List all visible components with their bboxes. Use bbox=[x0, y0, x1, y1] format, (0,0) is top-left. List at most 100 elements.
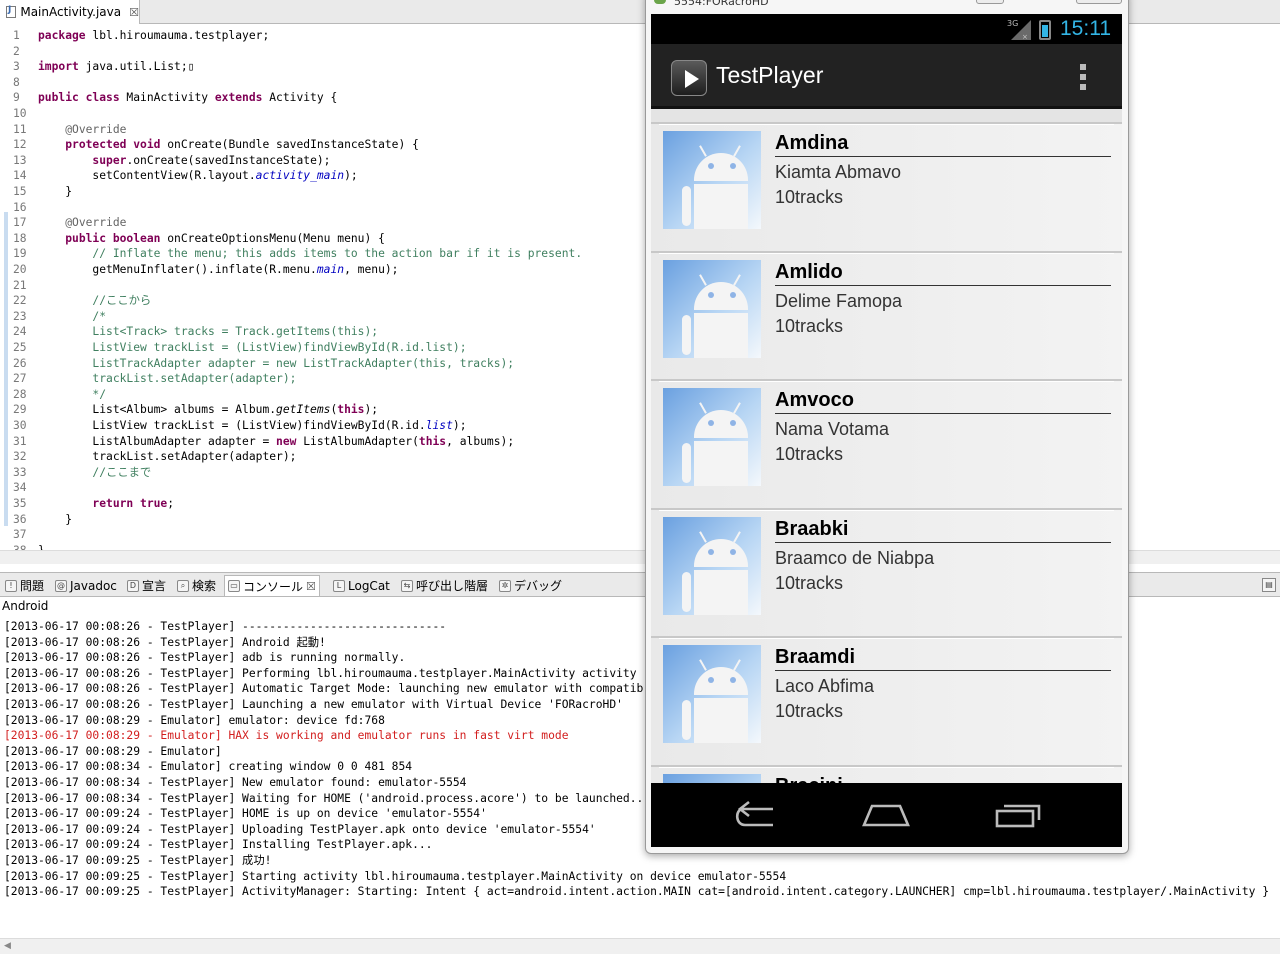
console-line: [2013-06-17 00:08:26 - TestPlayer] -----… bbox=[4, 620, 447, 633]
console-line: [2013-06-17 00:09:24 - TestPlayer] Uploa… bbox=[4, 822, 596, 836]
code-text: */ bbox=[92, 387, 107, 401]
album-list[interactable]: Amdina Kiamta Abmavo 10tracks Amlido Delime … bbox=[651, 109, 1122, 783]
scroll-left-icon[interactable]: ◀ bbox=[4, 941, 11, 951]
code-text: @Override bbox=[65, 216, 127, 230]
javadoc-icon: @ bbox=[55, 579, 67, 592]
line-number: 23 bbox=[13, 309, 27, 323]
album-art-icon bbox=[663, 516, 761, 615]
tab-label: Javadoc bbox=[70, 578, 117, 593]
tab-debug[interactable]: ✲ デバッグ bbox=[496, 575, 565, 596]
line-number: 29 bbox=[13, 403, 27, 417]
android-emulator-icon bbox=[654, 0, 666, 4]
tab-declaration[interactable]: D 宣言 bbox=[124, 575, 169, 596]
tab-search[interactable]: ⌕ 検索 bbox=[174, 575, 219, 596]
signal-icon: × bbox=[1011, 20, 1031, 40]
tab-javadoc[interactable]: @ Javadoc bbox=[52, 575, 120, 596]
line-number: 9 bbox=[13, 91, 20, 105]
album-art-icon bbox=[663, 645, 761, 744]
code-text: import java.util.List;▯ bbox=[38, 60, 195, 74]
tab-label: 検索 bbox=[192, 579, 217, 593]
line-number: 22 bbox=[13, 294, 27, 308]
code-text: } bbox=[38, 185, 73, 198]
code-text: protected void onCreate(Bundle savedInst… bbox=[65, 138, 419, 152]
tab-console[interactable]: ▭ コンソール ☒ bbox=[224, 575, 320, 596]
album-art-icon bbox=[663, 388, 761, 487]
list-item[interactable]: Braamdi Laco Abfima 10tracks bbox=[651, 636, 1122, 765]
line-number: 15 bbox=[13, 185, 27, 198]
status-bar: 3G × 15:11 bbox=[651, 14, 1122, 44]
list-item[interactable]: Bracini bbox=[651, 765, 1122, 783]
album-artist: Delime Famopa bbox=[775, 290, 903, 311]
tab-label: 問題 bbox=[20, 579, 45, 593]
code-text: getMenuInflater().inflate(R.menu.main, m… bbox=[38, 263, 399, 276]
line-number: 18 bbox=[13, 231, 27, 245]
android-screen: 3G × 15:11 TestPlayer Amdina Kiamta Abmav… bbox=[651, 14, 1122, 847]
line-number: 33 bbox=[13, 465, 27, 479]
navigation-bar bbox=[651, 783, 1122, 847]
close-tab-icon[interactable]: ☒ bbox=[306, 580, 316, 593]
line-number: 3 bbox=[13, 60, 20, 74]
code-text: super.onCreate(savedInstanceState); bbox=[92, 153, 331, 167]
app-icon[interactable] bbox=[671, 60, 707, 96]
console-line: [2013-06-17 00:08:26 - TestPlayer] Launc… bbox=[4, 698, 623, 711]
declaration-icon: D bbox=[127, 579, 139, 592]
album-artist: Braamco de Niabpa bbox=[775, 547, 935, 568]
code-text: trackList.setAdapter(adapter); bbox=[92, 372, 297, 386]
line-number: 17 bbox=[13, 216, 27, 230]
code-text: // Inflate the menu; this adds items to … bbox=[92, 247, 583, 261]
line-number: 36 bbox=[13, 512, 27, 526]
android-robot-icon bbox=[682, 531, 754, 615]
search-icon: ⌕ bbox=[177, 579, 189, 592]
tab-label: デバッグ bbox=[514, 579, 563, 593]
list-item[interactable]: Amdina Kiamta Abmavo 10tracks bbox=[651, 122, 1122, 251]
recent-apps-button[interactable] bbox=[991, 797, 1045, 833]
line-number: 1 bbox=[13, 29, 20, 42]
tab-logcat[interactable]: L LogCat bbox=[330, 575, 393, 596]
console-line: [2013-06-17 00:08:26 - TestPlayer] Autom… bbox=[4, 682, 644, 696]
battery-charging-icon bbox=[1039, 20, 1051, 40]
album-title: Amdina bbox=[775, 132, 1111, 157]
minimize-button[interactable] bbox=[976, 0, 1004, 4]
console-line: [2013-06-17 00:08:34 - TestPlayer] New e… bbox=[4, 776, 467, 789]
line-number: 28 bbox=[13, 387, 27, 401]
android-robot-icon bbox=[682, 402, 754, 487]
change-ruler bbox=[0, 212, 10, 552]
list-item[interactable]: Amvoco Nama Votama 10tracks bbox=[651, 379, 1122, 508]
code-text: ListView trackList = (ListView)findViewB… bbox=[38, 419, 467, 432]
console-line: [2013-06-17 00:08:29 - Emulator] emulato… bbox=[4, 713, 385, 727]
list-item[interactable]: Braabki Braamco de Niabpa 10tracks bbox=[651, 507, 1122, 637]
line-number: 21 bbox=[13, 278, 27, 292]
code-text: /* bbox=[92, 309, 107, 323]
console-horizontal-scrollbar[interactable]: ◀ bbox=[0, 938, 1280, 954]
code-text: //ここから bbox=[92, 294, 152, 308]
overflow-menu-icon[interactable] bbox=[1080, 64, 1088, 92]
line-number: 32 bbox=[13, 450, 27, 464]
logcat-icon: L bbox=[333, 579, 345, 592]
close-window-button[interactable] bbox=[1076, 0, 1122, 4]
back-button[interactable] bbox=[729, 797, 783, 833]
console-line: [2013-06-17 00:09:25 - TestPlayer] 成功! bbox=[4, 854, 272, 867]
console-line: [2013-06-17 00:09:25 - TestPlayer] Start… bbox=[4, 869, 787, 883]
line-number: 34 bbox=[13, 481, 27, 495]
code-text: ListView trackList = (ListView)findViewB… bbox=[92, 341, 467, 354]
tab-call-hierarchy[interactable]: ⇆ 呼び出し階層 bbox=[398, 575, 491, 596]
action-bar: TestPlayer bbox=[651, 44, 1122, 109]
home-button[interactable] bbox=[859, 797, 913, 833]
list-item[interactable]: Amlido Delime Famopa 10tracks bbox=[651, 250, 1122, 380]
view-menu-icon[interactable]: ▤ bbox=[1262, 578, 1276, 592]
tab-problems[interactable]: ! 問題 bbox=[2, 575, 47, 596]
console-icon: ▭ bbox=[228, 580, 240, 592]
console-line: [2013-06-17 00:09:24 - TestPlayer] Insta… bbox=[4, 838, 433, 852]
code-text: trackList.setAdapter(adapter); bbox=[38, 450, 297, 464]
line-number: 2 bbox=[13, 44, 20, 58]
line-number: 26 bbox=[13, 356, 27, 370]
editor-tab-mainactivity[interactable]: MainActivity.java ☒ bbox=[0, 0, 140, 24]
line-number: 27 bbox=[13, 372, 27, 386]
line-number: 13 bbox=[13, 153, 27, 167]
app-title: TestPlayer bbox=[716, 62, 824, 88]
close-tab-icon[interactable]: ☒ bbox=[129, 6, 139, 19]
call-hierarchy-icon: ⇆ bbox=[401, 579, 413, 592]
line-number: 35 bbox=[13, 497, 27, 510]
recent-apps-icon bbox=[995, 804, 1041, 828]
album-title: Amvoco bbox=[775, 389, 1111, 415]
